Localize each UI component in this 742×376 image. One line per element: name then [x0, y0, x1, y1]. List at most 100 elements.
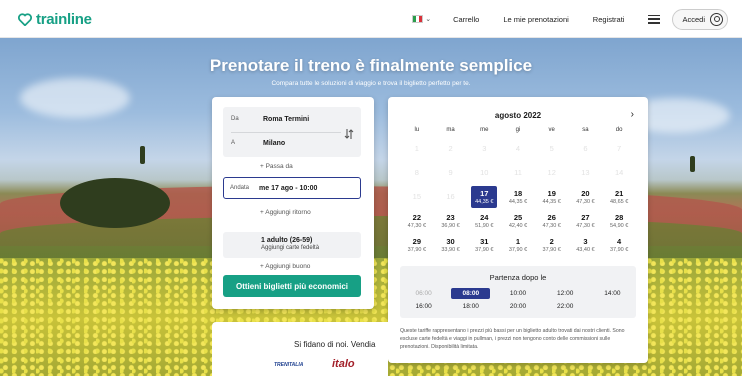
- calendar-day: 13: [569, 161, 603, 185]
- time-option[interactable]: 22:00: [542, 301, 589, 312]
- calendar-day: 15: [400, 185, 434, 209]
- calendar-day[interactable]: 1 37,90 €: [501, 233, 535, 257]
- day-price: 37,90 €: [508, 247, 528, 253]
- day-price: 37,90 €: [407, 247, 427, 253]
- tree-decoration: [690, 156, 695, 172]
- calendar-day[interactable]: 19 44,35 €: [535, 185, 569, 209]
- calendar-day[interactable]: 23 36,90 €: [434, 209, 468, 233]
- calendar-day[interactable]: 2 37,90 €: [535, 233, 569, 257]
- calendar-day: 10: [467, 161, 501, 185]
- calendar-day[interactable]: 26 47,30 €: [535, 209, 569, 233]
- day-number: 9: [448, 168, 453, 177]
- calendar-day[interactable]: 28 54,90 €: [602, 209, 636, 233]
- calendar-day[interactable]: 20 47,30 €: [569, 185, 603, 209]
- language-selector[interactable]: ⌄: [412, 15, 441, 23]
- calendar-day[interactable]: 18 44,35 €: [501, 185, 535, 209]
- calendar-grid: 1 2 3 4 5 6 7 8 9 10 11 12 13 14 15 16 17 44,35 €18 44,35 …: [400, 137, 636, 257]
- price-disclaimer: Queste tariffe rappresentano i prezzi pi…: [400, 328, 625, 351]
- calendar-day[interactable]: 27 47,30 €: [569, 209, 603, 233]
- time-option[interactable]: 10:00: [494, 288, 541, 299]
- day-price: 36,90 €: [441, 223, 460, 229]
- calendar-day[interactable]: 21 48,65 €: [602, 185, 636, 209]
- day-price: 37,90 €: [542, 247, 561, 253]
- time-option[interactable]: 18:00: [447, 301, 494, 312]
- weekday-header: lu ma me gi ve sa do: [400, 127, 636, 133]
- calendar-day: 4: [501, 137, 535, 161]
- swap-stations-icon[interactable]: [344, 128, 354, 140]
- day-price: 54,90 €: [609, 223, 629, 229]
- day-number: 30: [446, 237, 455, 246]
- heart-icon: [18, 13, 32, 26]
- hamburger-menu-icon[interactable]: [648, 14, 661, 24]
- day-number: 2: [448, 144, 453, 153]
- add-return-link[interactable]: + Aggiungi ritorno: [212, 209, 374, 216]
- day-number: 13: [581, 168, 590, 177]
- day-number: 1: [414, 144, 419, 153]
- origin-field[interactable]: Da Roma Termini: [231, 116, 309, 123]
- add-voucher-link[interactable]: + Aggiungi buono: [212, 263, 374, 270]
- weekday-label: sa: [582, 127, 589, 133]
- calendar-day-selected[interactable]: 17 44,35 €: [471, 186, 498, 208]
- passengers-field[interactable]: 1 adulto (26-59) Aggiungi carte fedeltà: [223, 232, 361, 258]
- time-option[interactable]: 16:00: [400, 301, 447, 312]
- calendar-day[interactable]: 29 37,90 €: [400, 233, 434, 257]
- time-option-selected[interactable]: 08:00: [451, 288, 491, 299]
- trust-title: Si fidano di noi. Vendia: [294, 340, 376, 349]
- day-price: 37,90 €: [475, 247, 494, 253]
- day-price: 44,35 €: [475, 199, 494, 205]
- trainline-logo[interactable]: trainline: [18, 11, 92, 28]
- day-number: 28: [614, 213, 624, 222]
- calendar-day[interactable]: 31 37,90 €: [467, 233, 501, 257]
- day-number: 12: [547, 168, 556, 177]
- nav-cart-link[interactable]: Carrello: [441, 15, 491, 24]
- calendar-day: 7: [602, 137, 636, 161]
- calendar-day[interactable]: 22 47,30 €: [400, 209, 434, 233]
- day-price: 47,30 €: [576, 223, 595, 229]
- calendar-day: 1: [400, 137, 434, 161]
- date-picker-popover: agosto 2022 › lu ma me gi ve sa do 1 2 3 4 5 6 7 8 9 10…: [388, 97, 648, 363]
- day-number: 26: [547, 213, 556, 222]
- day-price: 47,30 €: [576, 199, 595, 205]
- nav-register-link[interactable]: Registrati: [581, 15, 637, 24]
- day-number: 4: [617, 237, 622, 246]
- time-option[interactable]: 14:00: [589, 288, 636, 299]
- outbound-value: me 17 ago - 10:00: [259, 184, 318, 192]
- nav-my-bookings-link[interactable]: Le mie prenotazioni: [491, 15, 580, 24]
- time-option[interactable]: 06:00: [400, 288, 447, 299]
- time-option[interactable]: 12:00: [542, 288, 589, 299]
- next-month-chevron-icon[interactable]: ›: [631, 109, 634, 120]
- day-price: 47,30 €: [407, 223, 427, 229]
- nav-links: ⌄ Carrello Le mie prenotazioni Registrat…: [412, 8, 728, 30]
- destination-field[interactable]: A Milano: [231, 140, 285, 147]
- time-option[interactable]: 20:00: [494, 301, 541, 312]
- day-number: 31: [480, 237, 489, 246]
- outbound-date-field[interactable]: Andata me 17 ago - 10:00: [223, 177, 361, 199]
- day-number: 7: [617, 144, 622, 153]
- day-number: 3: [583, 237, 588, 246]
- day-number: 8: [414, 168, 419, 177]
- calendar-day[interactable]: 25 42,40 €: [501, 209, 535, 233]
- search-tickets-button[interactable]: Ottieni biglietti più economici: [223, 275, 361, 297]
- calendar-day: 12: [535, 161, 569, 185]
- day-price: 37,90 €: [609, 247, 629, 253]
- calendar-day[interactable]: 3 43,40 €: [569, 233, 603, 257]
- trenitalia-logo-text: TRENITALIA: [274, 362, 304, 368]
- day-number: 4: [515, 144, 521, 153]
- day-price: 44,35 €: [508, 199, 528, 205]
- add-via-link[interactable]: + Passa da: [212, 163, 374, 170]
- day-number: 20: [581, 189, 590, 198]
- calendar-day[interactable]: 24 51,90 €: [467, 209, 501, 233]
- day-price: 47,30 €: [542, 223, 561, 229]
- login-button[interactable]: Accedi: [672, 8, 728, 30]
- day-number: 24: [480, 213, 489, 222]
- day-number: 16: [446, 192, 455, 201]
- day-price: 33,90 €: [441, 247, 460, 253]
- outbound-label: Andata: [230, 185, 250, 191]
- calendar-day[interactable]: 30 33,90 €: [434, 233, 468, 257]
- calendar-day[interactable]: 4 37,90 €: [602, 233, 636, 257]
- tree-decoration: [140, 146, 145, 164]
- destination-value: Milano: [263, 140, 286, 147]
- loyalty-cards-link[interactable]: Aggiungi carte fedeltà: [261, 245, 361, 251]
- italo-logo: italo: [332, 358, 355, 370]
- day-number: 14: [614, 168, 624, 177]
